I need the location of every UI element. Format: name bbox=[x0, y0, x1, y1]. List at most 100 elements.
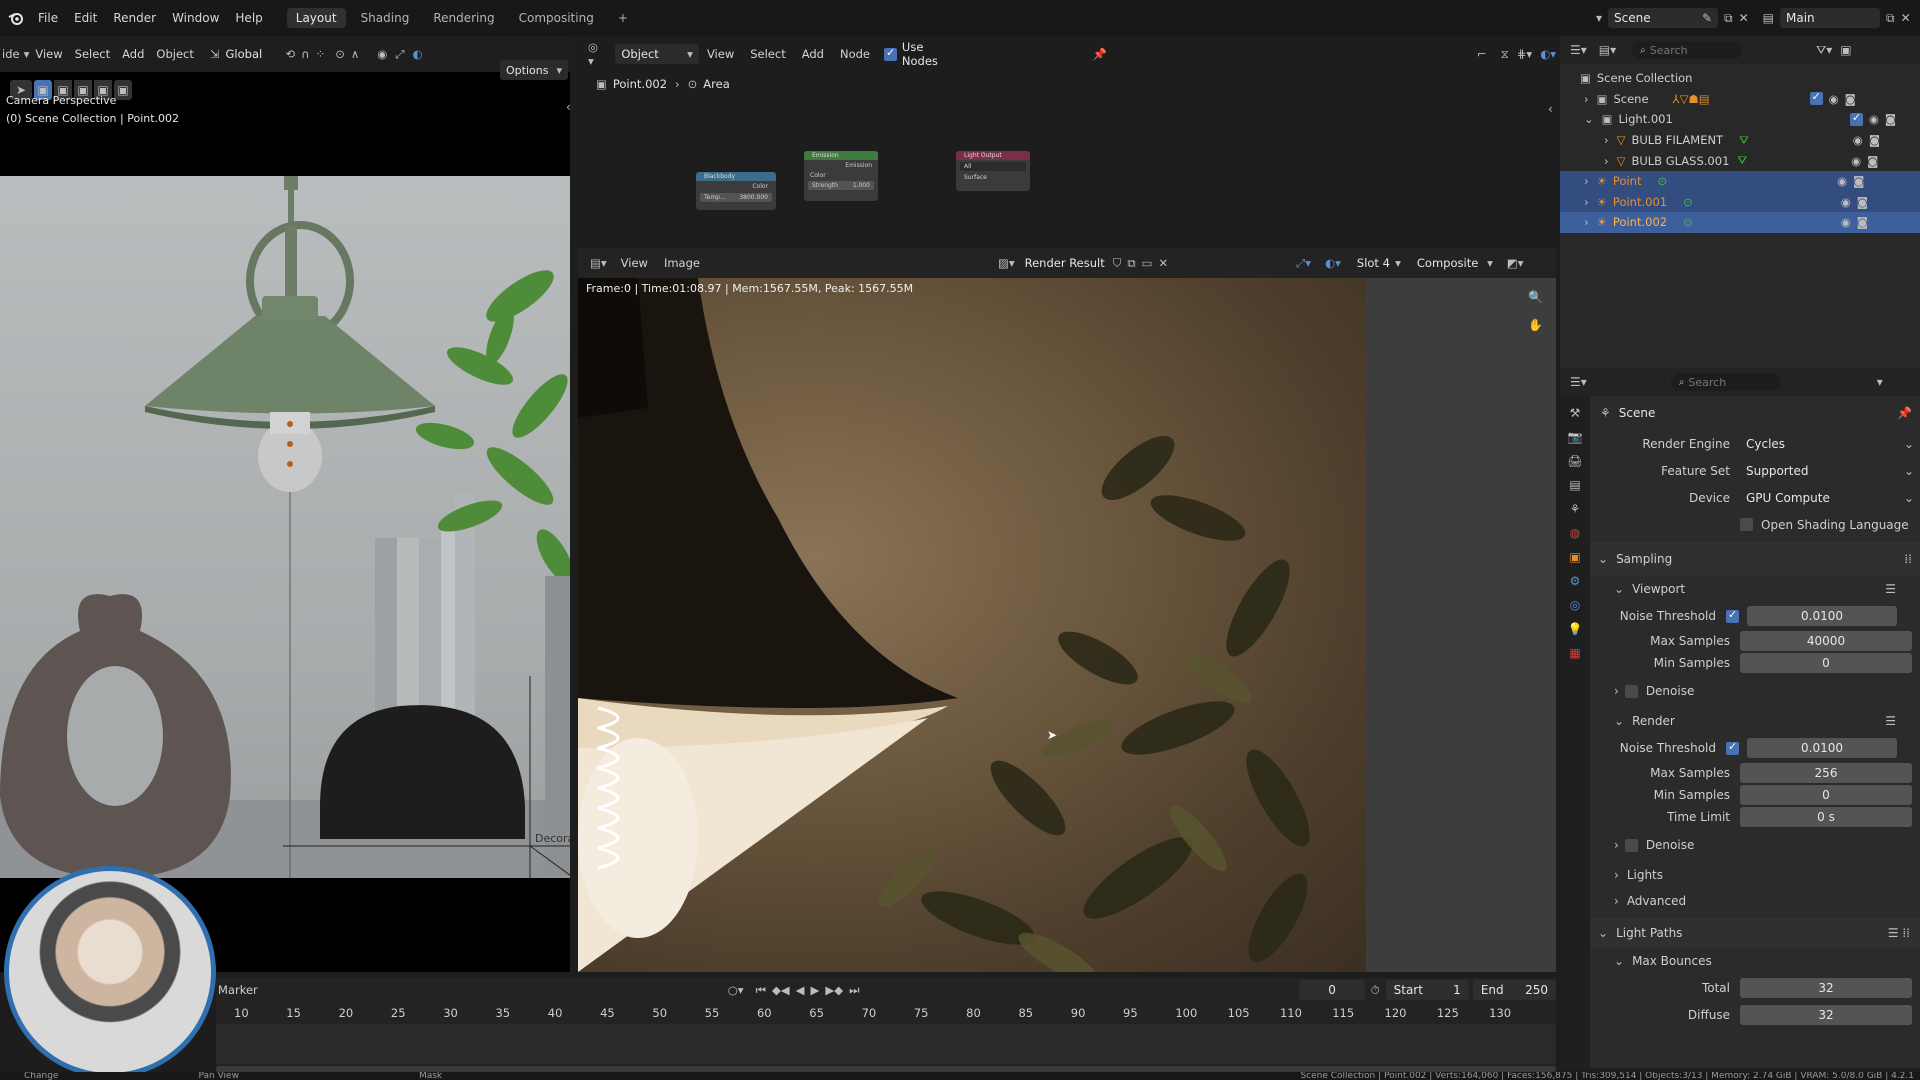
node-blackbody-field[interactable]: Temp... 3800.000 bbox=[700, 193, 772, 202]
render-subpanel-header[interactable]: ⌄ Render ☰ bbox=[1590, 708, 1920, 734]
pivot-icon[interactable]: ⟲ bbox=[286, 47, 296, 61]
image-browse-icon[interactable]: ▨▾ bbox=[998, 256, 1015, 270]
object-tab-icon[interactable]: ▣ bbox=[1569, 550, 1580, 564]
tab-shading[interactable]: Shading bbox=[352, 8, 419, 28]
outliner-search[interactable]: ⌕ bbox=[1632, 41, 1743, 59]
next-keyframe-icon[interactable]: ▶◆ bbox=[825, 983, 843, 997]
expand-arrow-icon[interactable]: › bbox=[1604, 154, 1609, 168]
new-image-icon[interactable]: ⧉ bbox=[1127, 256, 1135, 271]
node-emission-strength[interactable]: Strength 1.000 bbox=[808, 181, 874, 190]
eye-icon[interactable]: ◉ bbox=[1829, 92, 1839, 106]
new-view-layer-icon[interactable]: ⧉ bbox=[1886, 11, 1895, 26]
gizmo-icon[interactable]: ⤢▾ bbox=[1296, 256, 1311, 271]
display-channels-icon[interactable]: ◩▾ bbox=[1507, 256, 1524, 270]
open-image-icon[interactable]: ▭ bbox=[1142, 256, 1153, 270]
new-scene-icon[interactable]: ⧉ bbox=[1724, 11, 1733, 26]
properties-search[interactable]: ⌕ bbox=[1670, 373, 1781, 391]
scene-tab-icon[interactable]: ⚘ bbox=[1570, 502, 1581, 516]
camera-icon[interactable]: ◙ bbox=[1853, 174, 1864, 188]
eye-icon[interactable]: ◉ bbox=[1841, 195, 1851, 209]
auto-keying-icon[interactable]: ○▾ bbox=[728, 983, 744, 997]
r-noise-checkbox[interactable] bbox=[1726, 740, 1739, 755]
vp-denoise-checkbox[interactable] bbox=[1624, 684, 1638, 698]
visibility-icon[interactable]: ◉ bbox=[377, 47, 387, 61]
outliner[interactable]: ☰▾ ▤▾ ⌕ ⛛▾ ▣ ▣ Scene Collection › ▣ Scen… bbox=[1560, 36, 1920, 368]
vp-max-field[interactable]: 40000 bbox=[1740, 631, 1912, 651]
r-denoise-row[interactable]: › Denoise bbox=[1590, 828, 1920, 862]
r-time-field[interactable]: 0 s bbox=[1740, 807, 1912, 827]
eye-icon[interactable]: ◉ bbox=[1853, 133, 1863, 147]
outliner-item-point[interactable]: › ☀ Point ⊙ ◉ ◙ bbox=[1560, 170, 1920, 192]
scene-selector[interactable]: Scene ✎ bbox=[1608, 8, 1719, 28]
world-tab-icon[interactable]: ◍ bbox=[1570, 526, 1580, 540]
vp-denoise-row[interactable]: › Denoise bbox=[1590, 674, 1920, 708]
menu-add[interactable]: Add bbox=[116, 47, 150, 61]
options-button[interactable]: Options ▾ bbox=[500, 60, 568, 80]
device-dropdown[interactable]: GPU Compute ⌄ bbox=[1740, 487, 1920, 508]
feature-set-dropdown[interactable]: Supported ⌄ bbox=[1740, 460, 1920, 481]
vp-noise-checkbox[interactable] bbox=[1726, 608, 1739, 623]
blender-logo-icon[interactable] bbox=[2, 10, 30, 26]
chevron-down-icon[interactable]: ▾ bbox=[1877, 375, 1883, 389]
expand-arrow-icon[interactable]: › bbox=[1604, 133, 1609, 147]
camera-icon[interactable]: ◙ bbox=[1857, 195, 1868, 209]
view-layer-selector[interactable]: Main bbox=[1780, 8, 1881, 28]
image-name[interactable]: Render Result bbox=[1025, 256, 1105, 270]
collapse-arrow-icon[interactable]: ⌄ bbox=[1584, 112, 1594, 126]
outliner-root[interactable]: ▣ Scene Collection bbox=[1560, 68, 1920, 89]
diffuse-field[interactable]: 32 bbox=[1740, 1005, 1912, 1025]
timeline[interactable]: Marker ○▾ ⏮ ◆◀ ◀ ▶ ▶◆ ⏭ 0 ⏱ Start 1 End … bbox=[216, 978, 1556, 1074]
include-checkbox[interactable] bbox=[1849, 111, 1863, 126]
prev-keyframe-icon[interactable]: ◆◀ bbox=[772, 983, 790, 997]
r-max-field[interactable]: 256 bbox=[1740, 763, 1912, 783]
physics-tab-icon[interactable]: ◎ bbox=[1570, 598, 1580, 612]
camera-icon[interactable]: ◙ bbox=[1857, 215, 1868, 229]
outliner-item-point001[interactable]: › ☀ Point.001 ⊙ ◉ ◙ bbox=[1560, 191, 1920, 213]
pin-icon[interactable]: 📌 bbox=[1897, 406, 1912, 420]
timeline-track-area[interactable] bbox=[216, 1024, 1556, 1064]
editor-type-icon[interactable]: ☰▾ bbox=[1570, 43, 1587, 57]
light-paths-panel-header[interactable]: ⌄ Light Paths ☰ ⁞⁞ bbox=[1590, 918, 1920, 948]
camera-icon[interactable]: ◙ bbox=[1845, 92, 1856, 106]
outliner-item-point002[interactable]: › ☀ Point.002 ⊙ ◉ ◙ bbox=[1560, 212, 1920, 233]
tab-rendering[interactable]: Rendering bbox=[424, 8, 503, 28]
node-output-target[interactable]: All bbox=[960, 162, 1026, 171]
jump-start-icon[interactable]: ⏮ bbox=[756, 983, 766, 998]
transform-orientation-icon[interactable]: ⇲ bbox=[210, 47, 220, 61]
menu-help[interactable]: Help bbox=[227, 11, 270, 25]
menu-render[interactable]: Render bbox=[105, 11, 164, 25]
scene-icon[interactable]: ▾ bbox=[1596, 11, 1602, 25]
unlink-image-icon[interactable]: ✕ bbox=[1158, 256, 1168, 270]
outliner-item-scene[interactable]: › ▣ Scene ⅄▽☗▤ ◉ ◙ bbox=[1560, 89, 1920, 110]
texture-tab-icon[interactable]: ▦ bbox=[1569, 646, 1580, 660]
proportional-icon[interactable]: ⊙ bbox=[335, 47, 345, 61]
osl-checkbox[interactable] bbox=[1740, 518, 1753, 531]
overlay-icon[interactable]: ◐▾ bbox=[1325, 256, 1341, 270]
output-tab-icon[interactable]: 🖨 bbox=[1567, 454, 1582, 468]
expand-arrow-icon[interactable]: › bbox=[1584, 92, 1589, 106]
pan-hand-icon[interactable]: ✋ bbox=[1528, 318, 1543, 332]
include-checkbox[interactable] bbox=[1809, 90, 1823, 106]
outliner-search-input[interactable] bbox=[1649, 43, 1730, 57]
r-denoise-checkbox[interactable] bbox=[1624, 838, 1638, 852]
menu-file[interactable]: File bbox=[30, 11, 66, 25]
view-layer-tab-icon[interactable]: ▤ bbox=[1569, 478, 1580, 492]
presets-icon[interactable]: ☰ ⁞⁞ bbox=[1888, 926, 1910, 940]
image-menu-image[interactable]: Image bbox=[656, 256, 708, 270]
overlay-icon[interactable]: ◐ bbox=[413, 47, 423, 61]
advanced-subpanel-header[interactable]: › Advanced bbox=[1590, 888, 1920, 914]
vp-min-field[interactable]: 0 bbox=[1740, 653, 1912, 673]
properties-search-input[interactable] bbox=[1688, 375, 1769, 389]
eye-icon[interactable]: ◉ bbox=[1869, 112, 1879, 126]
play-icon[interactable]: ▶ bbox=[811, 983, 820, 997]
drag-handle-icon[interactable]: ⁞⁞ bbox=[1904, 552, 1912, 566]
menu-view[interactable]: View bbox=[29, 47, 68, 61]
total-field[interactable]: 32 bbox=[1740, 978, 1912, 998]
outliner-item-bulb-filament[interactable]: › ▽ BULB FILAMENT ⛛ ◉ ◙ bbox=[1560, 130, 1920, 151]
sampling-panel-header[interactable]: ⌄ Sampling ⁞⁞ bbox=[1590, 542, 1920, 576]
outliner-item-bulb-glass[interactable]: › ▽ BULB GLASS.001 ⛛ ◉ ◙ bbox=[1560, 150, 1920, 171]
pin-icon[interactable]: ✎ bbox=[1702, 11, 1712, 25]
presets-icon[interactable]: ☰ bbox=[1885, 714, 1896, 728]
node-editor[interactable]: ◎ ▾ Object ▾ View Select Add Node Use No… bbox=[578, 36, 1556, 246]
render-tab-icon[interactable]: 📷 bbox=[1568, 430, 1583, 444]
